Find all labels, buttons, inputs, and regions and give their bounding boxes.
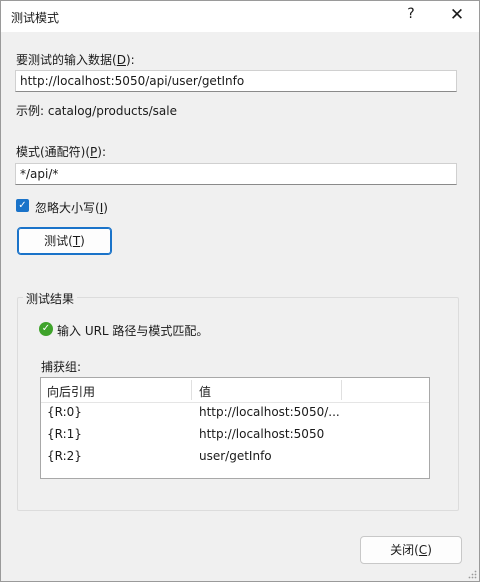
help-button[interactable]: ? (399, 6, 423, 26)
close-button-label-suffix: ) (427, 543, 432, 557)
column-header-value[interactable]: 值 (199, 383, 211, 400)
column-divider[interactable] (191, 380, 192, 400)
row-value: http://localhost:5050 (199, 427, 325, 441)
test-results-title: 测试结果 (23, 290, 78, 307)
close-button-label: 关闭( (390, 543, 419, 557)
test-button-label: 测试( (44, 234, 73, 248)
row-ref: {R:2} (47, 449, 82, 463)
input-data-field[interactable]: http://localhost:5050/api/user/getInfo (15, 70, 457, 92)
ignore-case-label-text: 忽略大小写( (35, 201, 100, 215)
ignore-case-label[interactable]: 忽略大小写(I) (35, 199, 108, 216)
row-ref: {R:0} (47, 405, 82, 419)
row-ref: {R:1} (47, 427, 82, 441)
column-divider[interactable] (341, 380, 342, 400)
close-icon[interactable]: ✕ (445, 5, 469, 27)
close-button[interactable]: 关闭(C) (360, 536, 462, 564)
input-data-label: 要测试的输入数据(D): (16, 51, 135, 68)
ignore-case-label-suffix: ) (103, 201, 108, 215)
success-check-icon: ✓ (39, 322, 53, 336)
input-label-text: 要测试的输入数据( (16, 53, 117, 67)
table-row[interactable]: {R:2} user/getInfo (41, 447, 429, 467)
column-header-backreference[interactable]: 向后引用 (47, 383, 95, 400)
match-message: 输入 URL 路径与模式匹配。 (57, 324, 209, 338)
close-button-accesskey: C (418, 543, 428, 557)
ignore-case-checkbox[interactable]: ✓ (16, 199, 29, 212)
pattern-label-text: 模式(通配符)( (16, 145, 91, 159)
capture-groups-list[interactable]: 向后引用 值 {R:0} http://localhost:5050/... {… (40, 377, 430, 479)
dialog-title: 测试模式 (11, 11, 60, 25)
test-button[interactable]: 测试(T) (17, 227, 112, 255)
list-header: 向后引用 值 (41, 378, 429, 403)
row-value: http://localhost:5050/... (199, 405, 340, 419)
resize-grip-icon[interactable] (467, 569, 477, 579)
test-button-label-suffix: ) (80, 234, 85, 248)
pattern-field[interactable]: */api/* (15, 163, 457, 185)
table-row[interactable]: {R:1} http://localhost:5050 (41, 425, 429, 445)
captures-label: 捕获组: (41, 360, 82, 374)
pattern-label-suffix: ): (97, 145, 107, 159)
input-label-suffix: ): (125, 53, 135, 67)
table-row[interactable]: {R:0} http://localhost:5050/... (41, 403, 429, 423)
test-pattern-dialog: 测试模式 ? ✕ 要测试的输入数据(D): http://localhost:5… (0, 0, 480, 582)
row-value: user/getInfo (199, 449, 272, 463)
input-label-accesskey: D (116, 53, 126, 67)
title-bar: 测试模式 ? ✕ (1, 1, 479, 32)
input-example-text: 示例: catalog/products/sale (16, 104, 177, 118)
pattern-label: 模式(通配符)(P): (16, 143, 106, 160)
